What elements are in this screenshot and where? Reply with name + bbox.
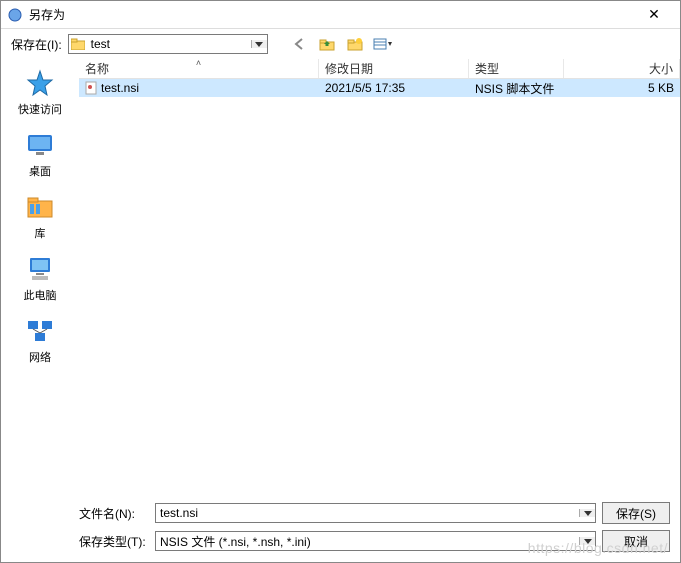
file-name: test.nsi (101, 81, 139, 95)
app-icon (7, 7, 23, 23)
save-button[interactable]: 保存(S) (602, 502, 670, 524)
column-header-date[interactable]: 修改日期 (319, 59, 469, 78)
save-in-label: 保存在(I): (11, 36, 62, 53)
chevron-down-icon[interactable] (579, 509, 595, 517)
column-header-size[interactable]: 大小 (564, 59, 680, 78)
file-icon (85, 81, 97, 95)
folder-icon (69, 38, 87, 50)
bottom-panel: 文件名(N): test.nsi 保存(S) 保存类型(T): NSIS 文件 … (1, 496, 680, 562)
network-icon (24, 315, 56, 347)
filename-input[interactable]: test.nsi (156, 506, 579, 520)
filetype-row: 保存类型(T): NSIS 文件 (*.nsi, *.nsh, *.ini) 取… (79, 530, 670, 552)
place-label: 快速访问 (18, 101, 62, 117)
filetype-value: NSIS 文件 (*.nsi, *.nsh, *.ini) (156, 533, 579, 550)
titlebar: 另存为 ✕ (1, 1, 680, 29)
chevron-down-icon[interactable] (251, 40, 267, 48)
file-date: 2021/5/5 17:35 (319, 81, 469, 95)
column-label: 类型 (475, 60, 499, 77)
column-headers: 名称 ˄ 修改日期 类型 大小 (79, 59, 680, 79)
sort-asc-icon: ˄ (196, 58, 201, 68)
filename-label: 文件名(N): (79, 505, 149, 522)
file-type: NSIS 脚本文件 (469, 80, 564, 97)
filename-row: 文件名(N): test.nsi 保存(S) (79, 502, 670, 524)
file-row[interactable]: test.nsi 2021/5/5 17:35 NSIS 脚本文件 5 KB (79, 79, 680, 97)
thispc-icon (24, 253, 56, 285)
filename-combo[interactable]: test.nsi (155, 503, 596, 523)
file-list[interactable]: test.nsi 2021/5/5 17:35 NSIS 脚本文件 5 KB (79, 79, 680, 496)
save-as-dialog: 另存为 ✕ 保存在(I): test (0, 0, 681, 563)
file-list-pane: 名称 ˄ 修改日期 类型 大小 (79, 59, 680, 496)
folder-combo[interactable]: test (68, 34, 268, 54)
chevron-down-icon[interactable] (579, 537, 595, 545)
window-title: 另存为 (29, 6, 634, 23)
filetype-label: 保存类型(T): (79, 533, 149, 550)
place-label: 桌面 (29, 163, 51, 179)
place-label: 网络 (29, 349, 51, 365)
column-label: 名称 (85, 60, 109, 77)
close-button[interactable]: ✕ (634, 6, 674, 23)
up-one-level-button[interactable] (316, 33, 338, 55)
quickaccess-icon (24, 67, 56, 99)
place-this-pc[interactable]: 此电脑 (6, 249, 74, 309)
place-quick-access[interactable]: 快速访问 (6, 63, 74, 123)
place-label: 库 (35, 225, 46, 241)
place-desktop[interactable]: 桌面 (6, 125, 74, 185)
column-header-type[interactable]: 类型 (469, 59, 564, 78)
file-name-cell: test.nsi (79, 81, 319, 95)
desktop-icon (24, 129, 56, 161)
filetype-combo[interactable]: NSIS 文件 (*.nsi, *.nsh, *.ini) (155, 531, 596, 551)
place-libraries[interactable]: 库 (6, 187, 74, 247)
folder-name: test (87, 37, 251, 51)
place-label: 此电脑 (24, 287, 57, 303)
cancel-button[interactable]: 取消 (602, 530, 670, 552)
file-size: 5 KB (564, 81, 680, 95)
place-network[interactable]: 网络 (6, 311, 74, 371)
column-header-name[interactable]: 名称 ˄ (79, 59, 319, 78)
back-button[interactable] (288, 33, 310, 55)
libraries-icon (24, 191, 56, 223)
column-label: 大小 (649, 60, 673, 77)
dialog-body: 快速访问 桌面 库 此电脑 (1, 59, 680, 496)
location-toolbar: 保存在(I): test (1, 29, 680, 59)
view-menu-button[interactable] (372, 33, 394, 55)
column-label: 修改日期 (325, 60, 373, 77)
new-folder-button[interactable] (344, 33, 366, 55)
places-bar: 快速访问 桌面 库 此电脑 (1, 59, 79, 496)
